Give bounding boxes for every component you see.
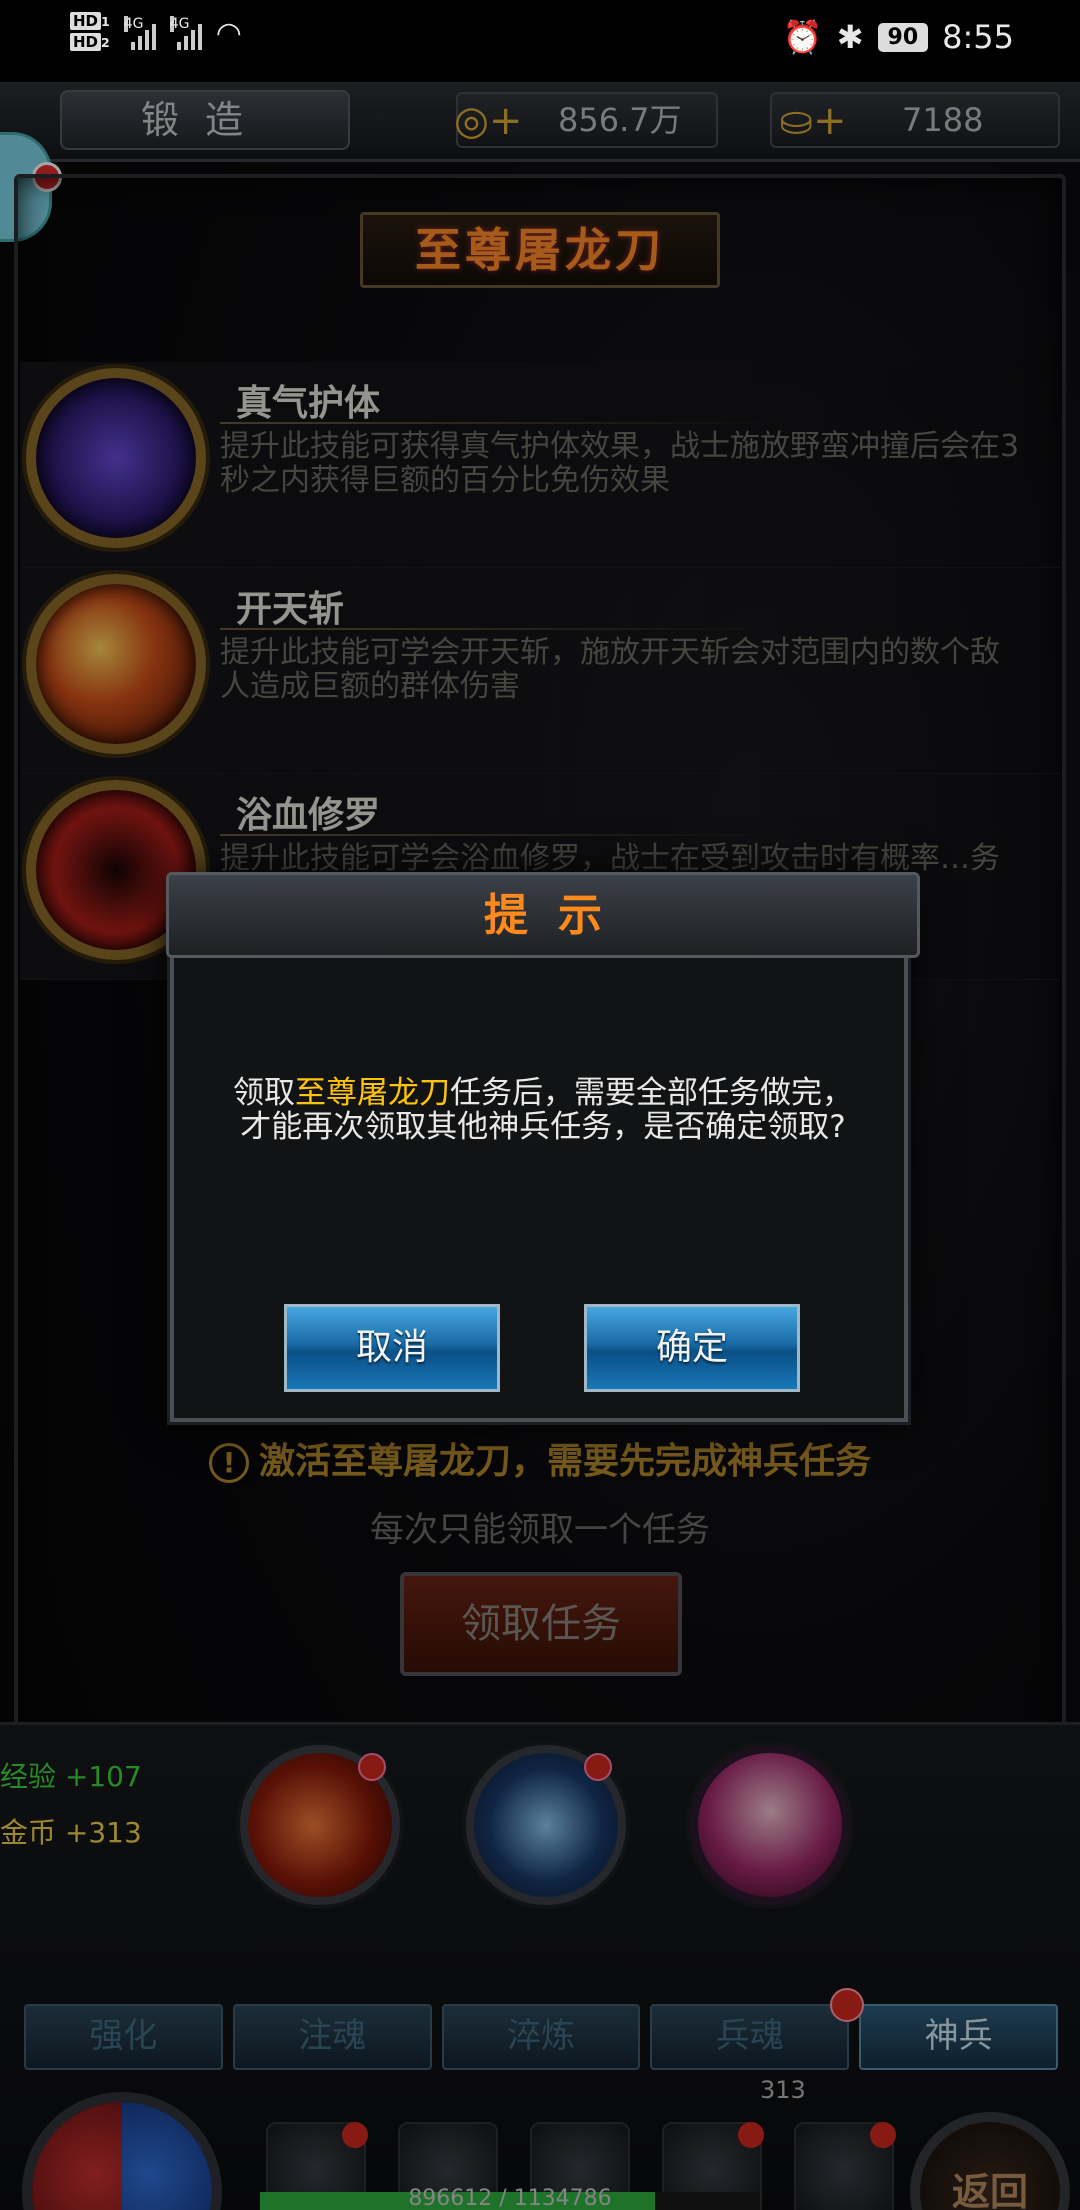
- notice-main: ! 激活至尊屠龙刀，需要先完成神兵任务: [180, 1432, 900, 1484]
- skill-icon-qi-shield: [26, 368, 206, 548]
- warning-icon: !: [208, 1443, 249, 1483]
- ingot-add-icon[interactable]: ⛀+: [768, 96, 858, 146]
- skill-divider: [220, 628, 780, 630]
- network-type-1: 4G: [123, 16, 144, 32]
- notice-sub: 每次只能领取一个任务: [370, 1510, 710, 1550]
- signal-icon-1: 4G: [123, 16, 156, 50]
- status-bar: HD 1 HD 2 4G 4G ◠ ⏰ ✱ 90 8:55: [0, 0, 1080, 82]
- dialog-header: 提示: [166, 872, 920, 958]
- battery-icon: 90: [877, 22, 929, 52]
- signal-icon-2: 4G: [169, 16, 202, 50]
- activation-notice: ! 激活至尊屠龙刀，需要先完成神兵任务 每次只能领取一个任务: [180, 1432, 900, 1551]
- alarm-icon: ⏰: [782, 18, 823, 56]
- skill-name: 真气护体: [236, 383, 381, 424]
- status-left: HD 1 HD 2 4G 4G ◠: [70, 12, 242, 54]
- confirm-dialog: 提示 领取至尊屠龙刀任务后，需要全部任务做完，才能再次领取其他神兵任务，是否确定…: [166, 872, 920, 1422]
- top-bar: 锻造 ◎+ 856.7万 ⛀+ 7188: [0, 82, 1080, 162]
- tab-badge-dot: [830, 1988, 864, 2022]
- dialog-message: 领取至尊屠龙刀任务后，需要全部任务做完，才能再次领取其他神兵任务，是否确定领取?: [232, 1076, 854, 1144]
- tab-temper[interactable]: 淬炼: [441, 2004, 641, 2070]
- skill-item[interactable]: 真气护体 提升此技能可获得真气护体效果，战士施放野蛮冲撞后会在3秒之内获得巨额的…: [20, 362, 1060, 568]
- cancel-button[interactable]: 取消: [284, 1304, 500, 1392]
- notice-main-text: 激活至尊屠龙刀，需要先完成神兵任务: [258, 1441, 871, 1482]
- exp-reward: 经验 +107: [0, 1760, 142, 1793]
- skill-icon-sky-slash: [26, 574, 206, 754]
- accept-task-button[interactable]: 领取任务: [400, 1572, 682, 1676]
- sim-indicators: HD 1 HD 2: [70, 12, 110, 54]
- nav-dot: [342, 2122, 368, 2148]
- skill-name: 开天斩: [236, 589, 345, 630]
- skill-divider: [220, 422, 780, 424]
- skill-item[interactable]: 开天斩 提升此技能可学会开天斩，施放开天斩会对范围内的数个敌人造成巨额的群体伤害: [20, 568, 1060, 774]
- hd-badge-2: HD: [70, 33, 102, 51]
- dialog-title: 提示: [484, 890, 632, 941]
- status-right: ⏰ ✱ 90 8:55: [783, 18, 1014, 56]
- nav-dot: [870, 2122, 896, 2148]
- network-type-2: 4G: [169, 16, 190, 32]
- skill-desc: 提升此技能可获得真气护体效果，战士施放野蛮冲撞后会在3秒之内获得巨额的百分比免伤…: [220, 429, 1020, 498]
- clock: 8:55: [942, 18, 1014, 56]
- skill-name: 浴血修罗: [236, 795, 381, 836]
- skill-desc: 提升此技能可学会开天斩，施放开天斩会对范围内的数个敌人造成巨额的群体伤害: [220, 635, 1000, 704]
- bluetooth-icon: ✱: [836, 18, 864, 56]
- tab-soul-infuse[interactable]: 注魂: [232, 2004, 432, 2070]
- dialog-msg-prefix: 领取: [233, 1075, 295, 1111]
- hd-badge-1: HD: [70, 12, 102, 30]
- mp-half: [122, 2102, 212, 2210]
- tab-weapon-soul[interactable]: 兵魂: [650, 2004, 850, 2070]
- nav-dot: [738, 2122, 764, 2148]
- sim2-label: 2: [101, 35, 110, 50]
- exp-bar: 896612 / 1134786: [260, 2186, 760, 2210]
- bag-count: 313: [760, 2076, 806, 2104]
- sim1-label: 1: [101, 14, 110, 29]
- weapon-slot-dot: [584, 1753, 612, 1781]
- hp-mp-orb: [22, 2092, 222, 2210]
- nav-bag[interactable]: 背包: [778, 2122, 910, 2210]
- gold-coin-add-icon[interactable]: ◎+: [454, 96, 522, 146]
- exp-bar-text: 896612 / 1134786: [408, 2186, 612, 2210]
- forge-title: 锻造: [60, 90, 350, 150]
- weapon-slot-dot: [358, 1753, 386, 1781]
- weapon-title: 至尊屠龙刀: [360, 212, 720, 288]
- hp-half: [32, 2102, 122, 2210]
- dialog-msg-highlight: 至尊屠龙刀: [295, 1075, 450, 1111]
- tab-divine-weapon[interactable]: 神兵: [859, 2004, 1058, 2070]
- skill-divider: [220, 834, 780, 836]
- wifi-icon: ◠: [215, 15, 242, 51]
- confirm-button[interactable]: 确定: [584, 1304, 800, 1392]
- ingot-amount: 7188: [902, 101, 984, 139]
- nav-label: 背包: [778, 2200, 910, 2210]
- weapon-slot-fan[interactable]: [690, 1745, 850, 1905]
- gold-currency[interactable]: ◎+ 856.7万: [454, 92, 718, 148]
- tab-strengthen[interactable]: 强化: [24, 2004, 223, 2070]
- forge-tabs: 强化 注魂 淬炼 兵魂 神兵: [24, 1988, 1058, 2070]
- ingot-currency[interactable]: ⛀+ 7188: [770, 92, 1060, 148]
- gold-amount: 856.7万: [558, 101, 682, 139]
- gold-reward: 金币 +313: [0, 1816, 142, 1849]
